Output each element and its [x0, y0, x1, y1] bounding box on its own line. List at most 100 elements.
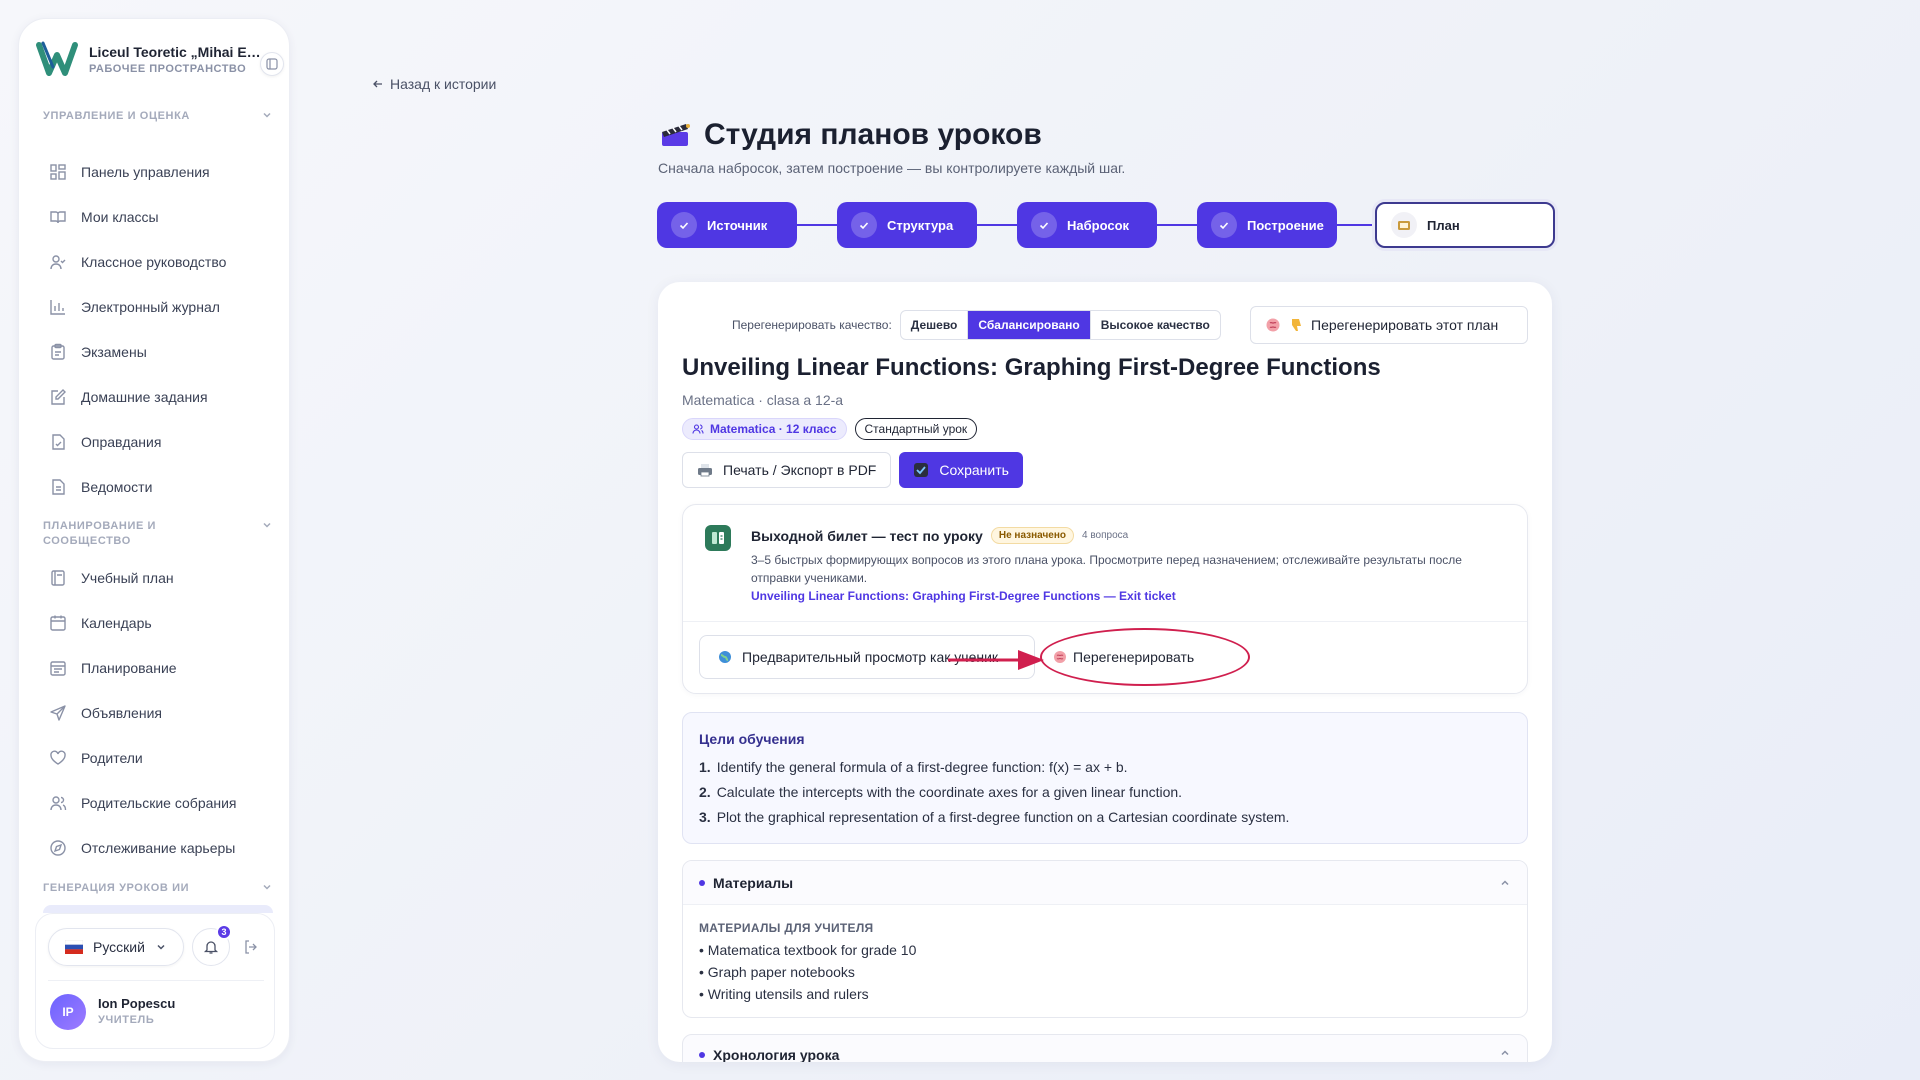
chevron-down-icon: [263, 112, 271, 118]
file-check-icon: [52, 434, 65, 450]
sidebar-item-exams[interactable]: Экзамены: [49, 335, 279, 369]
step-label: Построение: [1247, 217, 1324, 233]
sidebar-item-excuses[interactable]: Оправдания: [49, 425, 279, 459]
sidebar-item-label: Мои классы: [81, 209, 159, 225]
step-connector: [1157, 224, 1197, 226]
objective-text: Identify the general formula of a first-…: [716, 759, 1128, 775]
section-management[interactable]: УПРАВЛЕНИЕ И ОЦЕНКА: [43, 109, 273, 124]
quality-option-cheap[interactable]: Дешево: [901, 311, 969, 339]
section-label: ПЛАНИРОВАНИЕ И СООБЩЕСТВО: [43, 520, 157, 547]
objectives-title: Цели обучения: [699, 731, 805, 747]
status-badge: Не назначено: [990, 527, 1074, 544]
quality-option-balanced[interactable]: Сбалансировано: [968, 311, 1091, 339]
sidebar-item-label: Объявления: [81, 705, 162, 721]
sidebar-item-parent-meetings[interactable]: Родительские собрания: [49, 786, 279, 820]
sidebar-toggle-icon: [266, 58, 278, 70]
print-export-label: Печать / Экспорт в PDF: [723, 462, 877, 478]
save-button[interactable]: Сохранить: [899, 452, 1023, 488]
lesson-timeline-section[interactable]: Хронология урока: [682, 1034, 1528, 1062]
notification-badge: 3: [216, 924, 232, 940]
sidebar-item-planning[interactable]: Планирование: [49, 651, 279, 685]
notebook-icon: [51, 570, 65, 586]
subject-chip: Matematica · 12 класс: [682, 418, 847, 440]
print-export-button[interactable]: Печать / Экспорт в PDF: [682, 452, 892, 488]
materials-subheading: МАТЕРИАЛЫ ДЛЯ УЧИТЕЛЯ: [699, 921, 874, 935]
step-label: Набросок: [1067, 217, 1130, 233]
question-count: 4 вопроса: [1081, 530, 1129, 541]
notifications-button[interactable]: 3: [192, 924, 232, 966]
sidebar-item-gradebook[interactable]: Электронный журнал: [49, 290, 279, 324]
step-draft[interactable]: Набросок: [1017, 202, 1157, 248]
sidebar-item-curriculum[interactable]: Учебный план: [49, 561, 279, 595]
users-icon: [692, 424, 704, 434]
sidebar-item-label: Родители: [81, 750, 143, 766]
logout-icon: [245, 940, 257, 954]
sidebar-item-label: Классное руководство: [81, 254, 227, 270]
step-build[interactable]: Построение: [1197, 202, 1337, 248]
sidebar-item-label: Планирование: [81, 660, 177, 676]
dashboard-icon: [50, 164, 66, 180]
sidebar-item-parents[interactable]: Родители: [49, 741, 279, 775]
users-icon: [50, 796, 67, 811]
sidebar: Liceul Teoretic „Mihai Emi... РАБОЧЕЕ ПР…: [18, 18, 290, 1062]
book-icon: [50, 211, 66, 224]
brand-subtitle: РАБОЧЕЕ ПРОСТРАНСТВО: [89, 62, 247, 75]
step-structure[interactable]: Структура: [837, 202, 977, 248]
section-ai-lessons[interactable]: ГЕНЕРАЦИЯ УРОКОВ ИИ: [43, 881, 273, 896]
quality-label: Перегенерировать качество:: [732, 318, 892, 332]
collapse-sidebar-button[interactable]: [260, 52, 284, 76]
annotation-arrow-icon: [948, 650, 1044, 670]
school-logo-icon: [36, 41, 78, 76]
sidebar-item-homework[interactable]: Домашние задания: [49, 380, 279, 414]
learning-objectives: Цели обучения 1. Identify the general for…: [682, 712, 1528, 844]
step-label: План: [1427, 217, 1460, 233]
sidebar-item-label: Оправдания: [81, 434, 162, 450]
sidebar-item-label: Ведомости: [81, 479, 153, 495]
section-planning[interactable]: ПЛАНИРОВАНИЕ И СООБЩЕСТВО: [43, 519, 273, 549]
timeline-title: Хронология урока: [713, 1047, 840, 1062]
active-item-edge: [43, 905, 273, 913]
step-plan[interactable]: План: [1375, 202, 1555, 248]
list-number: 1.: [699, 759, 711, 775]
language-select[interactable]: Русский: [48, 928, 184, 966]
compass-icon: [50, 840, 66, 856]
user-check-icon: [50, 255, 66, 270]
brand-name: Liceul Teoretic „Mihai Emi...: [89, 43, 269, 60]
divider: [48, 980, 264, 981]
sidebar-item-label: Экзамены: [81, 344, 147, 360]
sidebar-item-reports[interactable]: Ведомости: [49, 470, 279, 504]
sidebar-item-classes[interactable]: Мои классы: [49, 200, 279, 234]
sidebar-item-dashboard[interactable]: Панель управления: [49, 155, 279, 189]
list-item: • Graph paper notebooks: [699, 964, 855, 980]
step-source[interactable]: Источник: [657, 202, 797, 248]
exit-ticket-link[interactable]: Unveiling Linear Functions: Graphing Fir…: [751, 589, 1176, 603]
brand[interactable]: Liceul Teoretic „Mihai Emi... РАБОЧЕЕ ПР…: [35, 37, 275, 81]
lesson-plan-card: Перегенерировать качество: Дешево Сбалан…: [658, 282, 1552, 1062]
sidebar-item-label: Отслеживание карьеры: [81, 840, 236, 856]
chevron-up-icon: [1501, 1050, 1509, 1056]
quality-option-high[interactable]: Высокое качество: [1091, 311, 1220, 339]
avatar[interactable]: IP: [50, 994, 86, 1030]
file-text-icon: [52, 479, 65, 495]
chevron-down-icon: [157, 944, 165, 950]
regenerate-plan-button[interactable]: Перегенерировать этот план: [1250, 306, 1528, 344]
exit-ticket-title: Выходной билет — тест по уроку: [751, 527, 983, 544]
check-icon: [851, 212, 877, 238]
logout-button[interactable]: [238, 934, 264, 960]
russia-flag-icon: [65, 940, 83, 954]
page-subtitle: Сначала набросок, затем построение — вы …: [658, 160, 1126, 176]
back-to-history-link[interactable]: Назад к истории: [372, 76, 496, 92]
section-label: УПРАВЛЕНИЕ И ОЦЕНКА: [43, 110, 190, 122]
exit-ticket-description: 3–5 быстрых формирующих вопросов из этог…: [751, 553, 1462, 585]
calendar-icon: [50, 615, 66, 631]
list-number: 3.: [699, 809, 711, 825]
globe-icon: [719, 651, 731, 663]
sidebar-item-homeroom[interactable]: Классное руководство: [49, 245, 279, 279]
step-connector: [797, 224, 837, 226]
sidebar-item-career[interactable]: Отслеживание карьеры: [49, 831, 279, 865]
sidebar-item-announcements[interactable]: Объявления: [49, 696, 279, 730]
sidebar-item-calendar[interactable]: Календарь: [49, 606, 279, 640]
materials-list: • Matematica textbook for grade 10 • Gra…: [699, 939, 916, 1005]
materials-header[interactable]: Материалы: [683, 861, 1527, 905]
subject-chip-label: Matematica · 12 класс: [710, 422, 837, 436]
